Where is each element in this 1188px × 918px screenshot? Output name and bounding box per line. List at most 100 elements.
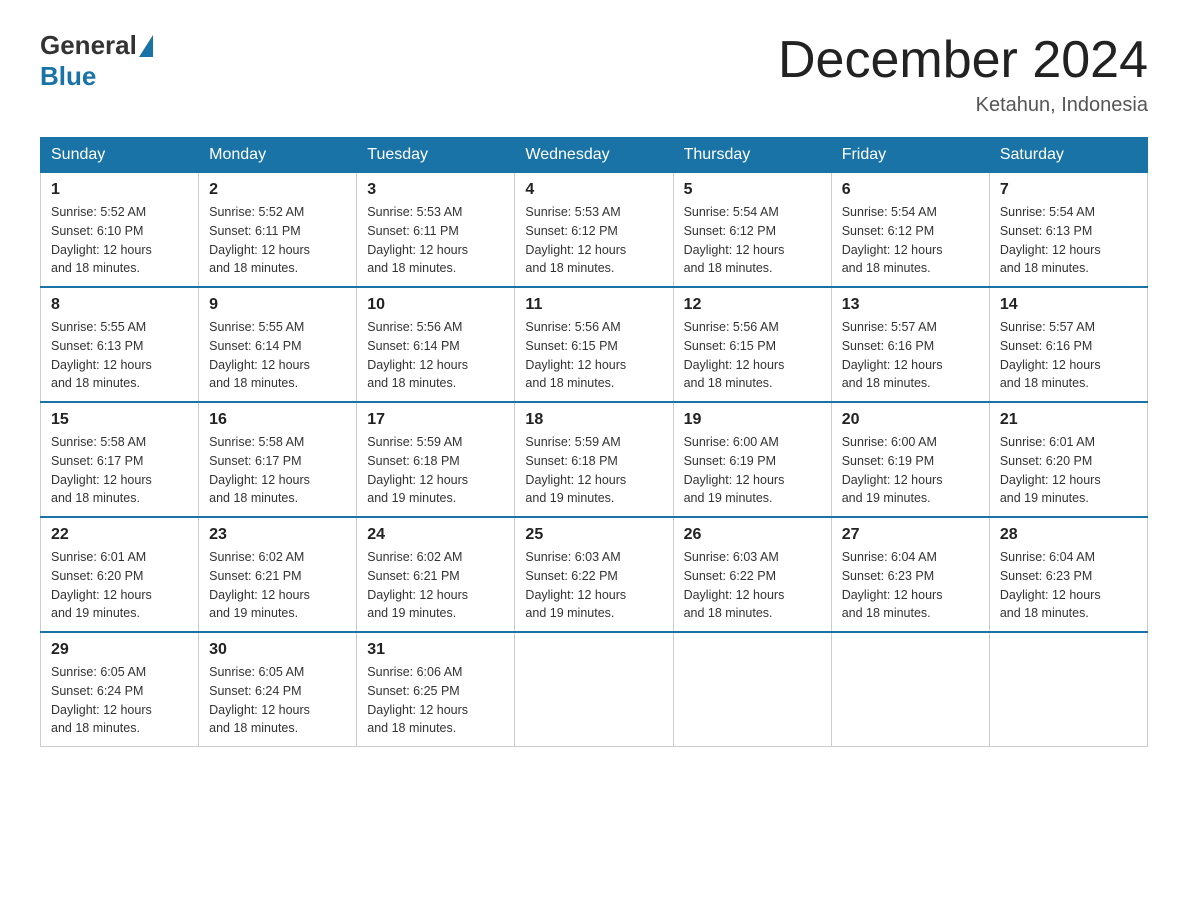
calendar-cell: [831, 632, 989, 747]
day-info: Sunrise: 6:00 AMSunset: 6:19 PMDaylight:…: [842, 433, 979, 508]
day-number: 20: [842, 411, 979, 429]
week-row-4: 22Sunrise: 6:01 AMSunset: 6:20 PMDayligh…: [41, 517, 1148, 632]
calendar-cell: 19 Sunrise: 6:00 AMSunset: 6:19 PMDayligh…: [673, 402, 831, 517]
day-info: Sunrise: 5:53 AMSunset: 6:12 PMDaylight:…: [525, 203, 662, 278]
day-number: 17: [367, 411, 504, 429]
col-header-monday: Monday: [199, 138, 357, 173]
calendar-cell: 1 Sunrise: 5:52 AMSunset: 6:10 PMDaylight…: [41, 173, 199, 288]
day-info: Sunrise: 6:04 AMSunset: 6:23 PMDaylight:…: [1000, 548, 1137, 623]
calendar-cell: 29 Sunrise: 6:05 AMSunset: 6:24 PMDayligh…: [41, 632, 199, 747]
calendar-cell: [673, 632, 831, 747]
day-number: 12: [684, 296, 821, 314]
day-info: Sunrise: 6:02 AMSunset: 6:21 PMDaylight:…: [367, 548, 504, 623]
day-info: Sunrise: 6:00 AMSunset: 6:19 PMDaylight:…: [684, 433, 821, 508]
day-info: Sunrise: 5:53 AMSunset: 6:11 PMDaylight:…: [367, 203, 504, 278]
day-info: Sunrise: 6:04 AMSunset: 6:23 PMDaylight:…: [842, 548, 979, 623]
day-info: Sunrise: 5:52 AMSunset: 6:11 PMDaylight:…: [209, 203, 346, 278]
day-info: Sunrise: 5:55 AMSunset: 6:13 PMDaylight:…: [51, 318, 188, 393]
calendar-cell: 6Sunrise: 5:54 AMSunset: 6:12 PMDaylight…: [831, 173, 989, 288]
day-number: 18: [525, 411, 662, 429]
col-header-tuesday: Tuesday: [357, 138, 515, 173]
day-number: 1: [51, 181, 188, 199]
day-number: 3: [367, 181, 504, 199]
calendar-cell: 28 Sunrise: 6:04 AMSunset: 6:23 PMDayligh…: [989, 517, 1147, 632]
day-number: 26: [684, 526, 821, 544]
calendar-cell: 20 Sunrise: 6:00 AMSunset: 6:19 PMDayligh…: [831, 402, 989, 517]
day-info: Sunrise: 5:54 AMSunset: 6:13 PMDaylight:…: [1000, 203, 1137, 278]
day-info: Sunrise: 6:06 AMSunset: 6:25 PMDaylight:…: [367, 663, 504, 738]
day-number: 2: [209, 181, 346, 199]
calendar-cell: 21 Sunrise: 6:01 AMSunset: 6:20 PMDayligh…: [989, 402, 1147, 517]
calendar-cell: 30Sunrise: 6:05 AMSunset: 6:24 PMDayligh…: [199, 632, 357, 747]
day-info: Sunrise: 5:59 AMSunset: 6:18 PMDaylight:…: [525, 433, 662, 508]
day-number: 15: [51, 411, 188, 429]
day-info: Sunrise: 5:56 AMSunset: 6:14 PMDaylight:…: [367, 318, 504, 393]
week-row-1: 1 Sunrise: 5:52 AMSunset: 6:10 PMDaylight…: [41, 173, 1148, 288]
day-number: 11: [525, 296, 662, 314]
day-info: Sunrise: 6:05 AMSunset: 6:24 PMDaylight:…: [209, 663, 346, 738]
logo-blue-text: Blue: [40, 61, 96, 91]
day-number: 21: [1000, 411, 1137, 429]
calendar-cell: 15Sunrise: 5:58 AMSunset: 6:17 PMDayligh…: [41, 402, 199, 517]
day-info: Sunrise: 6:02 AMSunset: 6:21 PMDaylight:…: [209, 548, 346, 623]
calendar-cell: 4 Sunrise: 5:53 AMSunset: 6:12 PMDaylight…: [515, 173, 673, 288]
day-info: Sunrise: 5:57 AMSunset: 6:16 PMDaylight:…: [1000, 318, 1137, 393]
week-row-3: 15Sunrise: 5:58 AMSunset: 6:17 PMDayligh…: [41, 402, 1148, 517]
day-number: 14: [1000, 296, 1137, 314]
page-header: General Blue December 2024 Ketahun, Indo…: [40, 30, 1148, 117]
calendar-cell: 22Sunrise: 6:01 AMSunset: 6:20 PMDayligh…: [41, 517, 199, 632]
calendar-cell: 24 Sunrise: 6:02 AMSunset: 6:21 PMDayligh…: [357, 517, 515, 632]
calendar-cell: 7 Sunrise: 5:54 AMSunset: 6:13 PMDaylight…: [989, 173, 1147, 288]
logo-general-text: General: [40, 30, 137, 61]
day-number: 9: [209, 296, 346, 314]
day-info: Sunrise: 5:59 AMSunset: 6:18 PMDaylight:…: [367, 433, 504, 508]
calendar-cell: 18 Sunrise: 5:59 AMSunset: 6:18 PMDayligh…: [515, 402, 673, 517]
day-number: 27: [842, 526, 979, 544]
calendar-cell: 11 Sunrise: 5:56 AMSunset: 6:15 PMDayligh…: [515, 287, 673, 402]
day-number: 28: [1000, 526, 1137, 544]
day-number: 4: [525, 181, 662, 199]
logo-triangle-icon: [139, 35, 153, 57]
day-info: Sunrise: 5:54 AMSunset: 6:12 PMDaylight:…: [684, 203, 821, 278]
day-number: 8: [51, 296, 188, 314]
col-header-wednesday: Wednesday: [515, 138, 673, 173]
calendar-cell: 26 Sunrise: 6:03 AMSunset: 6:22 PMDayligh…: [673, 517, 831, 632]
day-number: 19: [684, 411, 821, 429]
title-block: December 2024 Ketahun, Indonesia: [778, 30, 1148, 117]
day-number: 7: [1000, 181, 1137, 199]
day-number: 6: [842, 181, 979, 199]
day-info: Sunrise: 6:05 AMSunset: 6:24 PMDaylight:…: [51, 663, 188, 738]
week-row-5: 29 Sunrise: 6:05 AMSunset: 6:24 PMDayligh…: [41, 632, 1148, 747]
calendar-cell: 14 Sunrise: 5:57 AMSunset: 6:16 PMDayligh…: [989, 287, 1147, 402]
calendar-cell: 27 Sunrise: 6:04 AMSunset: 6:23 PMDayligh…: [831, 517, 989, 632]
calendar-cell: 23 Sunrise: 6:02 AMSunset: 6:21 PMDayligh…: [199, 517, 357, 632]
day-number: 24: [367, 526, 504, 544]
day-number: 25: [525, 526, 662, 544]
calendar-header-row: SundayMondayTuesdayWednesdayThursdayFrid…: [41, 138, 1148, 173]
calendar-cell: 5 Sunrise: 5:54 AMSunset: 6:12 PMDaylight…: [673, 173, 831, 288]
day-info: Sunrise: 5:55 AMSunset: 6:14 PMDaylight:…: [209, 318, 346, 393]
location-text: Ketahun, Indonesia: [778, 94, 1148, 117]
month-title: December 2024: [778, 30, 1148, 90]
day-number: 31: [367, 641, 504, 659]
day-number: 22: [51, 526, 188, 544]
day-number: 29: [51, 641, 188, 659]
day-info: Sunrise: 6:01 AMSunset: 6:20 PMDaylight:…: [1000, 433, 1137, 508]
col-header-friday: Friday: [831, 138, 989, 173]
day-info: Sunrise: 5:56 AMSunset: 6:15 PMDaylight:…: [525, 318, 662, 393]
week-row-2: 8 Sunrise: 5:55 AMSunset: 6:13 PMDaylight…: [41, 287, 1148, 402]
day-number: 5: [684, 181, 821, 199]
day-number: 16: [209, 411, 346, 429]
calendar-cell: [515, 632, 673, 747]
day-info: Sunrise: 6:03 AMSunset: 6:22 PMDaylight:…: [684, 548, 821, 623]
day-number: 23: [209, 526, 346, 544]
calendar-cell: 31 Sunrise: 6:06 AMSunset: 6:25 PMDayligh…: [357, 632, 515, 747]
day-info: Sunrise: 5:52 AMSunset: 6:10 PMDaylight:…: [51, 203, 188, 278]
calendar-cell: 9 Sunrise: 5:55 AMSunset: 6:14 PMDaylight…: [199, 287, 357, 402]
calendar-cell: 3 Sunrise: 5:53 AMSunset: 6:11 PMDaylight…: [357, 173, 515, 288]
calendar-cell: 2 Sunrise: 5:52 AMSunset: 6:11 PMDaylight…: [199, 173, 357, 288]
day-info: Sunrise: 6:03 AMSunset: 6:22 PMDaylight:…: [525, 548, 662, 623]
calendar-cell: 13Sunrise: 5:57 AMSunset: 6:16 PMDayligh…: [831, 287, 989, 402]
calendar-cell: 10Sunrise: 5:56 AMSunset: 6:14 PMDayligh…: [357, 287, 515, 402]
day-info: Sunrise: 5:56 AMSunset: 6:15 PMDaylight:…: [684, 318, 821, 393]
